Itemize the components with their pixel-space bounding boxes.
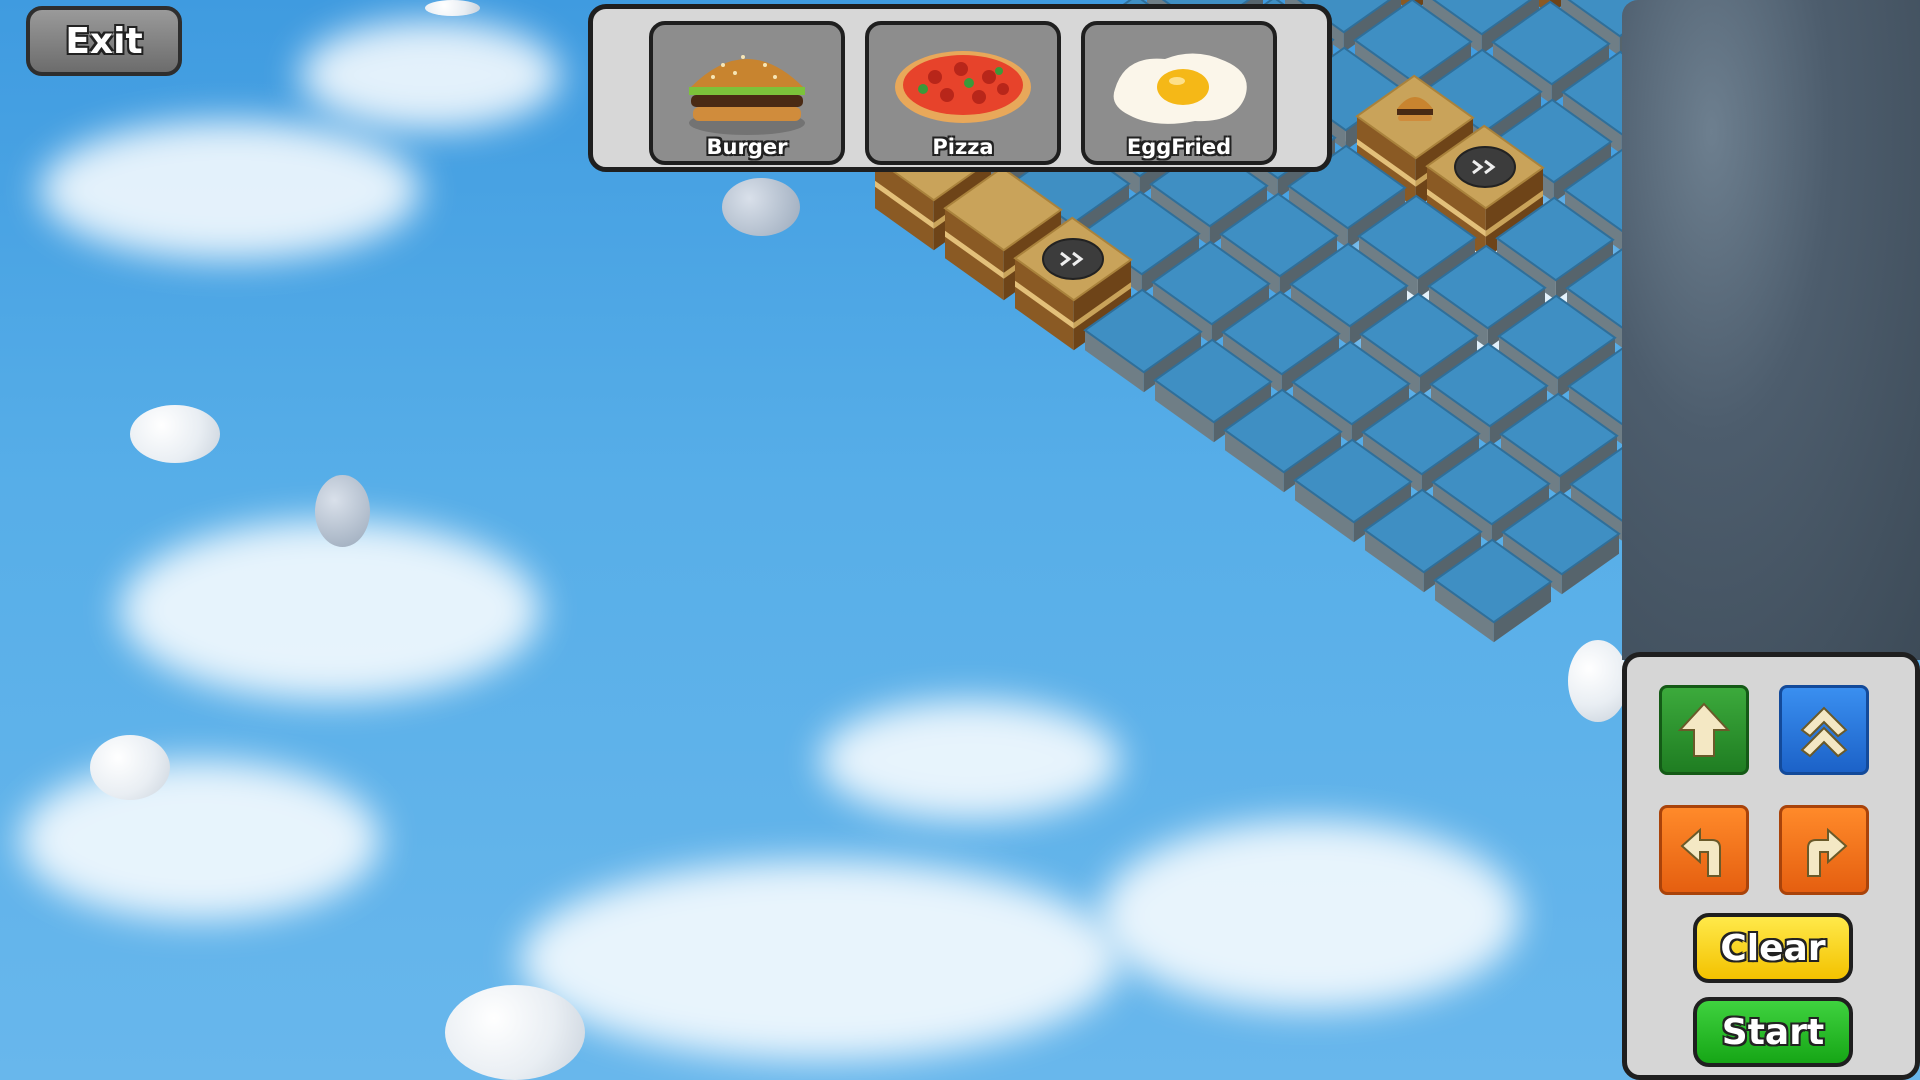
clear-button[interactable]: Clear [1693, 913, 1853, 983]
collect-label: EggFried [1126, 135, 1232, 159]
turn-left-icon [1680, 827, 1721, 877]
command-queue-area [1622, 0, 1920, 660]
double-chevron-up-icon [1800, 706, 1848, 758]
turn-right-icon [1807, 827, 1848, 877]
jump-pad-icon [1042, 238, 1104, 280]
arrow-up-icon [1677, 702, 1731, 757]
jump-button[interactable] [1779, 685, 1869, 775]
command-panel: Clear Start [1622, 652, 1920, 1080]
forward-button[interactable] [1659, 685, 1749, 775]
collect-label: Pizza [932, 135, 994, 159]
start-button[interactable]: Start [1693, 997, 1853, 1067]
collect-slot-eggfried: EggFried [1081, 21, 1277, 165]
collect-slot-burger: Burger [649, 21, 845, 165]
turn-right-button[interactable] [1779, 805, 1869, 895]
jump-pad-icon [1454, 146, 1516, 188]
exit-button[interactable]: Exit [26, 6, 182, 76]
turn-left-button[interactable] [1659, 805, 1749, 895]
collect-slot-pizza: Pizza [865, 21, 1061, 165]
food-collection-bar: Burger Pizza EggFried [588, 4, 1332, 172]
collect-label: Burger [706, 135, 788, 159]
